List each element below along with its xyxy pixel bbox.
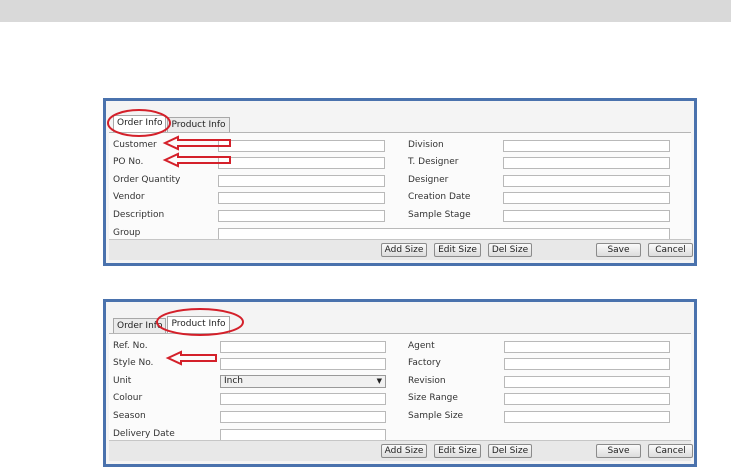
t-designer-input[interactable] [503,157,670,169]
order-quantity-label: Order Quantity [113,175,181,185]
edit-size-button[interactable]: Edit Size [434,444,481,458]
size-range-label: Size Range [408,393,458,403]
tab-strip: Order Info Product Info [113,316,231,334]
group-label: Group [113,228,141,238]
size-range-input[interactable] [504,393,670,405]
tab-product-info[interactable]: Product Info [167,117,230,132]
button-bar: Add Size Edit Size Del Size Save Cancel [109,440,693,461]
vendor-label: Vendor [113,192,145,202]
revision-input[interactable] [504,376,670,388]
delivery-date-label: Delivery Date [113,429,175,439]
colour-input[interactable] [220,393,386,405]
chevron-down-icon: ▼ [376,377,382,385]
revision-label: Revision [408,376,446,386]
unit-label: Unit [113,376,132,386]
style-no-label: Style No. [113,358,154,368]
t-designer-label: T. Designer [408,157,459,167]
ref-no-label: Ref. No. [113,341,148,351]
customer-input[interactable] [218,140,385,152]
creation-date-input[interactable] [503,192,670,204]
colour-label: Colour [113,393,143,403]
sample-stage-label: Sample Stage [408,210,471,220]
del-size-button[interactable]: Del Size [488,444,532,458]
description-label: Description [113,210,165,220]
vendor-input[interactable] [218,192,385,204]
po-no-input[interactable] [218,157,385,169]
tab-product-info[interactable]: Product Info [167,316,230,333]
factory-label: Factory [408,358,441,368]
agent-input[interactable] [504,341,670,353]
product-info-window: Order Info Product Info Ref. No. Style N… [103,299,697,467]
order-quantity-input[interactable] [218,175,385,187]
po-no-label: PO No. [113,157,144,167]
description-input[interactable] [218,210,385,222]
sample-size-input[interactable] [504,411,670,423]
designer-input[interactable] [503,175,670,187]
sample-size-label: Sample Size [408,411,464,421]
unit-select[interactable]: Inch ▼ [220,375,386,388]
tab-order-info[interactable]: Order Info [113,115,167,132]
designer-label: Designer [408,175,449,185]
customer-label: Customer [113,140,157,150]
order-info-window: Order Info Product Info Customer PO No. … [103,98,697,266]
season-label: Season [113,411,146,421]
tab-strip: Order Info Product Info [113,115,231,133]
add-size-button[interactable]: Add Size [381,243,427,257]
top-bar [0,0,731,22]
unit-value: Inch [224,376,244,386]
ref-no-input[interactable] [220,341,386,353]
tab-order-info[interactable]: Order Info [113,318,167,333]
save-button[interactable]: Save [596,444,641,458]
add-size-button[interactable]: Add Size [381,444,427,458]
style-no-input[interactable] [220,358,386,370]
cancel-button[interactable]: Cancel [648,243,693,257]
division-label: Division [408,140,444,150]
sample-stage-input[interactable] [503,210,670,222]
save-button[interactable]: Save [596,243,641,257]
agent-label: Agent [408,341,435,351]
factory-input[interactable] [504,358,670,370]
edit-size-button[interactable]: Edit Size [434,243,481,257]
del-size-button[interactable]: Del Size [488,243,532,257]
division-input[interactable] [503,140,670,152]
season-input[interactable] [220,411,386,423]
creation-date-label: Creation Date [408,192,471,202]
cancel-button[interactable]: Cancel [648,444,693,458]
button-bar: Add Size Edit Size Del Size Save Cancel [109,239,693,260]
